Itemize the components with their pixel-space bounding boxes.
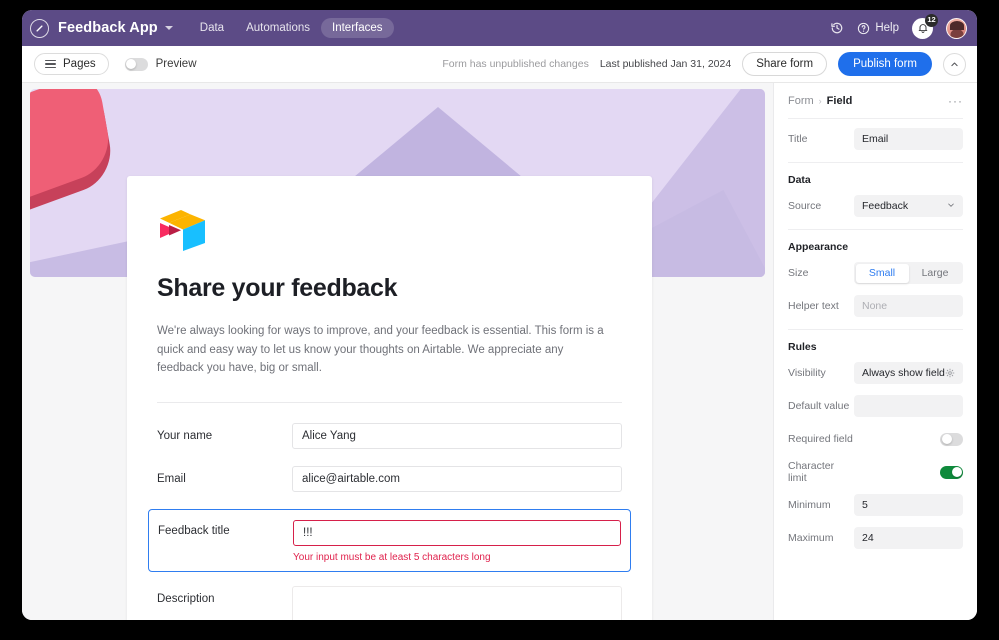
form-description: We're always looking for ways to improve… [157, 325, 604, 375]
unpublished-changes-note: Form has unpublished changes [442, 58, 589, 70]
page-title: Share your feedback [157, 274, 398, 302]
breadcrumb-form[interactable]: Form [788, 95, 814, 107]
required-field-toggle[interactable] [940, 432, 963, 446]
character-limit-label: Character limit [788, 460, 835, 484]
field-label: Email [157, 472, 186, 485]
inspector-row-title: Title Email [788, 126, 963, 152]
form-field-email: Email [157, 465, 622, 492]
gear-icon[interactable] [945, 368, 955, 378]
airtable-logo [157, 208, 209, 252]
section-data: Data [788, 174, 811, 186]
helper-text-label: Helper text [788, 300, 839, 312]
inspector-row-character-limit: Character limit [788, 459, 963, 485]
help-label: Help [875, 22, 899, 34]
interface-toolbar: Pages Preview Form has unpublished chang… [22, 46, 977, 83]
notifications-button[interactable]: 12 [912, 13, 938, 39]
more-horizontal-icon[interactable]: ··· [948, 95, 963, 107]
field-label: Feedback title [158, 524, 230, 537]
help-button[interactable]: Help [857, 22, 899, 35]
field-label: Description [157, 592, 215, 605]
your-name-input[interactable] [292, 422, 622, 449]
helper-text-input[interactable]: None [854, 295, 963, 317]
email-input[interactable] [292, 465, 622, 492]
inspector-row-size: Size Small Large [788, 260, 963, 286]
section-rules: Rules [788, 341, 817, 353]
workspace-body: Share your feedback We're always looking… [22, 83, 977, 620]
history-icon[interactable] [830, 21, 844, 35]
share-form-button[interactable]: Share form [742, 52, 828, 76]
breadcrumb-field: Field [826, 94, 853, 107]
form-field-feedback-title[interactable]: Feedback title Your input must be at lea… [148, 508, 631, 572]
topbar-actions: Help 12 [830, 13, 967, 39]
description-textarea[interactable] [292, 585, 622, 620]
field-inspector-panel: Form › Field ··· Title Email Data Source… [773, 83, 977, 620]
source-label: Source [788, 200, 822, 212]
pages-button[interactable]: Pages [34, 53, 109, 75]
size-option-small[interactable]: Small [855, 263, 909, 283]
breadcrumb: Form › Field ··· [788, 87, 963, 114]
divider [788, 229, 963, 230]
validation-error-message: Your input must be at least 5 characters… [293, 551, 491, 563]
inspector-row-maximum: Maximum 24 [788, 525, 963, 551]
question-circle-icon [857, 22, 870, 35]
title-label: Title [788, 133, 808, 145]
divider [788, 329, 963, 330]
notification-badge: 12 [925, 13, 938, 27]
hamburger-icon [45, 59, 56, 69]
preview-label: Preview [155, 58, 197, 70]
form-card: Share your feedback We're always looking… [127, 176, 652, 620]
toolbar-actions: Form has unpublished changes Last publis… [442, 52, 966, 76]
form-field-description: Description @ [157, 585, 622, 620]
inspector-row-visibility: Visibility Always show field [788, 360, 963, 386]
app-title: Feedback App [58, 20, 158, 36]
tab-interfaces[interactable]: Interfaces [321, 18, 394, 38]
preview-control: Preview [124, 57, 197, 71]
source-value: Feedback [862, 200, 909, 212]
publish-form-button[interactable]: Publish form [838, 52, 932, 76]
default-value-input[interactable] [854, 395, 963, 417]
visibility-value: Always show field [862, 367, 945, 379]
section-appearance: Appearance [788, 241, 849, 253]
avatar[interactable] [946, 17, 967, 39]
inspector-row-minimum: Minimum 5 [788, 492, 963, 518]
form-canvas: Share your feedback We're always looking… [22, 83, 773, 620]
last-published-text: Last published Jan 31, 2024 [599, 58, 732, 70]
default-value-label: Default value [788, 400, 850, 412]
source-select[interactable]: Feedback [854, 195, 963, 217]
form-field-your-name: Your name [157, 422, 622, 449]
tab-automations[interactable]: Automations [235, 18, 321, 38]
visibility-select[interactable]: Always show field [854, 362, 963, 384]
size-option-large[interactable]: Large [909, 264, 962, 283]
divider [788, 162, 963, 163]
divider [788, 118, 963, 119]
required-field-label: Required field [788, 433, 853, 445]
pages-label: Pages [63, 58, 96, 70]
preview-toggle[interactable] [124, 57, 148, 71]
app-window: Feedback App Data Automations Interfaces [22, 10, 977, 620]
size-label: Size [788, 267, 809, 279]
minimum-label: Minimum [788, 499, 831, 511]
visibility-label: Visibility [788, 367, 826, 379]
tab-data[interactable]: Data [189, 18, 235, 38]
inspector-row-default-value: Default value [788, 393, 963, 419]
character-limit-toggle[interactable] [940, 465, 963, 479]
chevron-up-icon[interactable] [943, 52, 966, 76]
top-navigation-bar: Feedback App Data Automations Interfaces [22, 10, 977, 46]
inspector-row-helper-text: Helper text None [788, 293, 963, 319]
inspector-row-source: Source Feedback [788, 193, 963, 219]
compass-icon [30, 18, 49, 38]
maximum-input[interactable]: 24 [854, 527, 963, 549]
field-label: Your name [157, 429, 213, 442]
minimum-input[interactable]: 5 [854, 494, 963, 516]
inspector-row-required-field: Required field [788, 426, 963, 452]
breadcrumb-separator: › [818, 95, 822, 106]
chevron-down-icon [947, 200, 955, 212]
divider [157, 401, 622, 403]
title-input[interactable]: Email [854, 128, 963, 150]
banner-shape-pink-slab [30, 89, 114, 224]
chevron-down-icon[interactable] [164, 26, 173, 30]
feedback-title-input[interactable] [293, 519, 621, 546]
size-segmented-control: Small Large [854, 262, 963, 284]
maximum-label: Maximum [788, 532, 834, 544]
